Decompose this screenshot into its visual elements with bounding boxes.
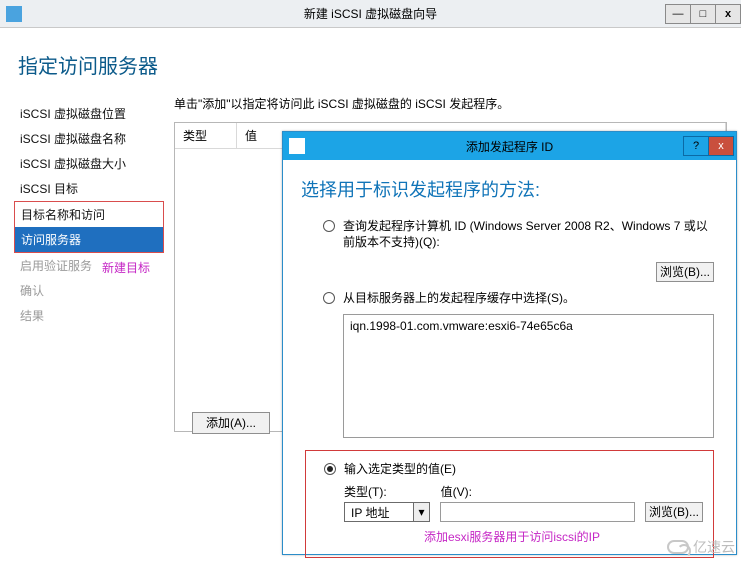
- col-type[interactable]: 类型: [175, 123, 237, 148]
- radio-select-cache[interactable]: [323, 292, 335, 304]
- radio-enter-value[interactable]: [324, 463, 336, 475]
- minimize-button[interactable]: —: [665, 4, 691, 24]
- sidebar-item-result: 结果: [14, 303, 164, 328]
- page-heading: 指定访问服务器: [0, 28, 741, 95]
- sidebar-item-size[interactable]: iSCSI 虚拟磁盘大小: [14, 151, 164, 176]
- initiator-cache-list[interactable]: iqn.1998-01.com.vmware:esxi6-74e65c6a: [343, 314, 714, 438]
- instruction-text: 单击"添加"以指定将访问此 iSCSI 虚拟磁盘的 iSCSI 发起程序。: [174, 95, 727, 112]
- label-query: 查询发起程序计算机 ID (Windows Server 2008 R2、Win…: [343, 218, 714, 250]
- annotation-new-target: 新建目标: [98, 259, 150, 276]
- annotation-add-esxi-ip: 添加esxi服务器用于访问iscsi的IP: [424, 528, 703, 545]
- dialog-heading: 选择用于标识发起程序的方法:: [283, 160, 736, 214]
- type-select[interactable]: IP 地址 ▾: [344, 502, 430, 522]
- sidebar-item-target[interactable]: iSCSI 目标: [14, 176, 164, 201]
- sidebar-item-confirm: 确认: [14, 278, 164, 303]
- sidebar-item-access-servers[interactable]: 访问服务器: [15, 227, 163, 252]
- watermark: 亿速云: [667, 537, 735, 557]
- type-label: 类型(T):: [344, 483, 387, 500]
- wizard-title: 新建 iSCSI 虚拟磁盘向导: [304, 5, 437, 22]
- radio-query[interactable]: [323, 220, 335, 232]
- dialog-title: 添加发起程序 ID: [466, 138, 553, 155]
- dialog-help-button[interactable]: ?: [683, 136, 709, 156]
- value-label: 值(V):: [441, 483, 472, 500]
- label-select-cache: 从目标服务器上的发起程序缓存中选择(S)。: [343, 290, 714, 306]
- sidebar-item-auth: 启用验证服务: [14, 253, 98, 278]
- dialog-close-button[interactable]: x: [708, 136, 734, 156]
- sidebar-item-target-name[interactable]: 目标名称和访问: [15, 202, 163, 227]
- cloud-icon: [667, 540, 689, 554]
- chevron-down-icon: ▾: [413, 503, 429, 521]
- browse-button-2[interactable]: 浏览(B)...: [645, 502, 703, 522]
- value-input[interactable]: [440, 502, 635, 522]
- enter-value-group: 输入选定类型的值(E) 类型(T): 值(V): IP 地址 ▾ 浏览(B)..…: [305, 450, 714, 558]
- add-initiator-dialog: 添加发起程序 ID ? x 选择用于标识发起程序的方法: 查询发起程序计算机 I…: [282, 131, 737, 555]
- label-enter-value: 输入选定类型的值(E): [344, 461, 703, 477]
- app-icon: [6, 6, 22, 22]
- wizard-sidebar: iSCSI 虚拟磁盘位置 iSCSI 虚拟磁盘名称 iSCSI 虚拟磁盘大小 i…: [14, 95, 164, 432]
- sidebar-item-name[interactable]: iSCSI 虚拟磁盘名称: [14, 126, 164, 151]
- maximize-button[interactable]: □: [690, 4, 716, 24]
- dialog-icon: [289, 138, 305, 154]
- list-item[interactable]: iqn.1998-01.com.vmware:esxi6-74e65c6a: [350, 319, 707, 333]
- sidebar-item-location[interactable]: iSCSI 虚拟磁盘位置: [14, 101, 164, 126]
- add-button[interactable]: 添加(A)...: [192, 412, 270, 434]
- close-button[interactable]: x: [715, 4, 741, 24]
- browse-button-1[interactable]: 浏览(B)...: [656, 262, 714, 282]
- dialog-titlebar: 添加发起程序 ID ? x: [283, 132, 736, 160]
- wizard-titlebar: 新建 iSCSI 虚拟磁盘向导 — □ x: [0, 0, 741, 28]
- type-select-value: IP 地址: [345, 504, 413, 521]
